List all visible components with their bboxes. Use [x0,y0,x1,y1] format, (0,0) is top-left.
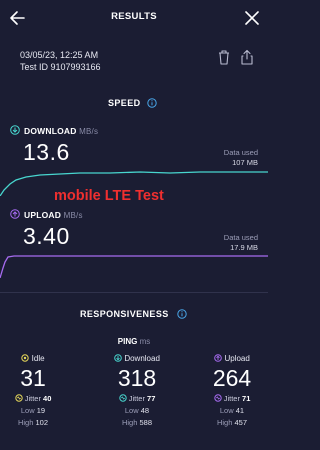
ping-download-jitter: Jitter 77 [97,394,177,403]
speed-info-icon[interactable] [147,98,157,108]
ping-idle-column: Idle 31 Jitter 40 Low 19 High 102 [0,354,73,427]
test-id: Test ID 9107993166 [20,62,101,72]
low-value: 48 [140,406,150,415]
upload-label: UPLOAD MB/s [24,210,83,220]
ping-upload-high: High 457 [192,418,272,427]
ping-idle-high: High 102 [0,418,73,427]
download-speed-value: 13.6 [23,139,70,165]
upload-speed-graph [0,255,268,278]
ping-download-header: Download [97,354,177,363]
low-label: Low [219,406,234,415]
low-label: Low [124,406,139,415]
overlay-annotation-text: mobile LTE Test [54,188,164,204]
upload-unit: MB/s [63,211,83,220]
download-unit: MB/s [79,127,99,136]
jitter-label: Jitter [223,394,240,403]
ping-label: PING [117,337,138,346]
ping-upload-jitter: Jitter 71 [192,394,272,403]
responsiveness-section-title: RESPONSIVENESS [80,309,169,319]
ping-idle-value: 31 [20,365,46,391]
jitter-value: 40 [43,394,52,403]
ping-download-high: High 588 [97,418,177,427]
low-value: 19 [36,406,46,415]
jitter-icon [14,394,23,402]
ping-idle-header: Idle [0,354,73,363]
low-label: Low [20,406,35,415]
ping-upload-value: 264 [212,365,252,391]
ping-download-label: Download [124,354,160,363]
ping-idle-label: Idle [31,354,45,363]
ping-header: PING ms [0,337,268,346]
speed-section-title: SPEED [108,98,141,108]
high-value: 457 [234,418,248,427]
ping-download-column: Download 318 Jitter 77 Low 48 High 588 [97,354,177,427]
trash-icon[interactable] [217,49,231,65]
ping-upload-header: Upload [192,354,272,363]
jitter-value: 71 [242,394,251,403]
download-data-used-label: Data used [223,148,258,157]
download-arrow-icon [114,354,122,362]
ping-download-value: 318 [117,365,157,391]
jitter-label: Jitter [128,394,145,403]
download-arrow-icon [10,125,20,135]
page-title: RESULTS [111,11,157,22]
ping-idle-jitter: Jitter 40 [0,394,73,403]
upload-label-text: UPLOAD [24,210,62,220]
ping-upload-low: Low 41 [192,406,272,415]
download-label: DOWNLOAD MB/s [24,126,98,136]
jitter-value: 77 [147,394,156,403]
section-divider [0,292,268,293]
ping-upload-column: Upload 264 Jitter 71 Low 41 High 457 [192,354,272,427]
jitter-icon [213,394,222,402]
ping-download-low: Low 48 [97,406,177,415]
high-label: High [17,418,34,427]
upload-speed-value: 3.40 [23,223,70,249]
jitter-label: Jitter [24,394,41,403]
ping-upload-label: Upload [224,354,250,363]
ping-unit: ms [139,337,151,346]
high-value: 102 [35,418,49,427]
high-label: High [216,418,233,427]
share-icon[interactable] [240,49,254,65]
low-value: 41 [235,406,245,415]
download-label-text: DOWNLOAD [24,126,77,136]
jitter-icon [118,394,127,402]
idle-dot-icon [21,354,30,362]
close-icon[interactable] [242,8,262,28]
result-date: 03/05/23, 12:25 AM [20,50,99,60]
upload-data-used-label: Data used [223,233,258,242]
high-value: 588 [139,418,153,427]
responsiveness-info-icon[interactable] [177,309,187,319]
ping-idle-low: Low 19 [0,406,73,415]
upload-arrow-icon [10,209,20,219]
upload-arrow-icon [214,354,223,362]
high-label: High [121,418,138,427]
